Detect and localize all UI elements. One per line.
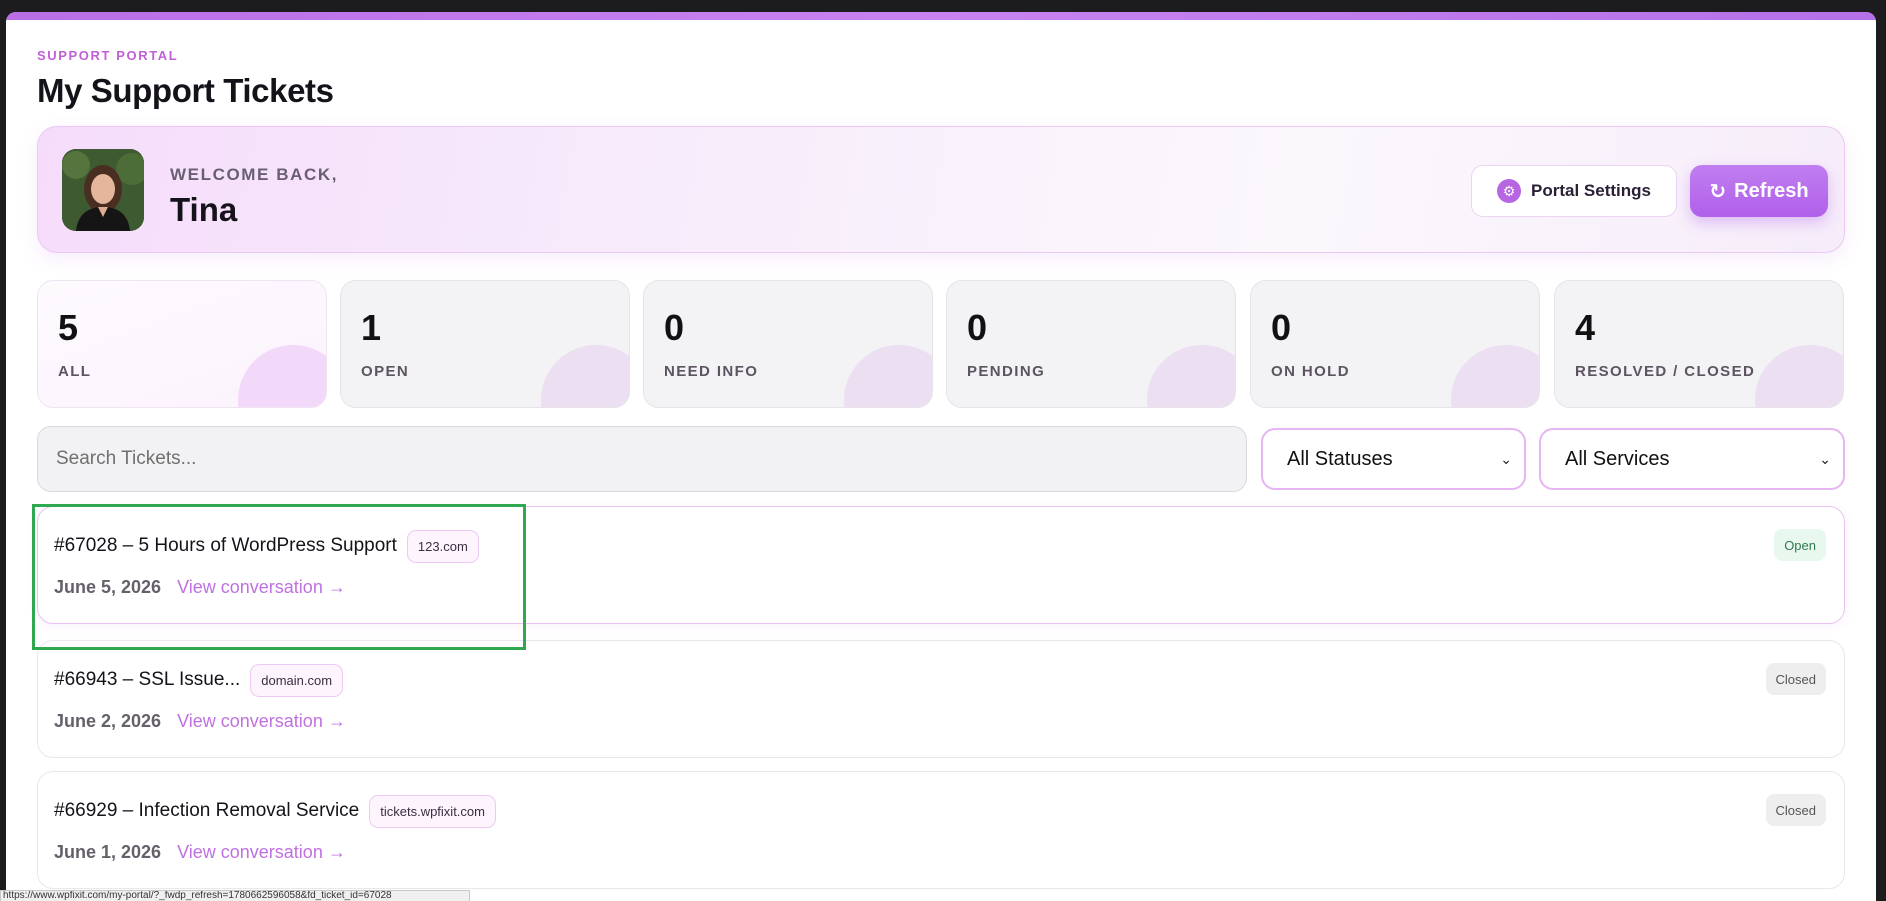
ticket-domain-tag: 123.com [406, 529, 479, 563]
stat-label: PENDING [967, 363, 1046, 380]
ticket-title-row: #66943 – SSL Issue... domain.com [54, 663, 344, 697]
stat-label: OPEN [361, 363, 410, 380]
decor-circle [844, 345, 932, 407]
portal-page: SUPPORT PORTAL My Support Tickets WELCOM… [6, 12, 1876, 901]
stat-card-on-hold[interactable]: 0 ON HOLD [1250, 280, 1540, 408]
ticket-date: June 5, 2026 [54, 577, 162, 597]
stat-label: NEED INFO [664, 363, 759, 380]
portal-settings-button[interactable]: ⚙ Portal Settings [1471, 165, 1677, 217]
portal-eyebrow: SUPPORT PORTAL [37, 48, 179, 63]
status-badge: Closed [1765, 794, 1826, 826]
search-input[interactable]: Search Tickets... [37, 426, 1247, 492]
view-conversation-link[interactable]: View conversation → [177, 711, 346, 732]
browser-status-bar: https://www.wpfixit.com/my-portal/?_fwdp… [0, 890, 470, 901]
ticket-title: #67028 – 5 Hours of WordPress Support [54, 535, 397, 556]
ticket-title: #66943 – SSL Issue... [54, 669, 241, 690]
top-accent-bar [6, 12, 1876, 20]
search-placeholder: Search Tickets... [56, 448, 197, 469]
status-badge: Open [1774, 529, 1826, 561]
stat-card-open[interactable]: 1 OPEN [340, 280, 630, 408]
stat-count: 0 [967, 307, 988, 348]
chevron-down-icon: ⌄ [1500, 450, 1512, 467]
stat-count: 1 [361, 307, 382, 348]
ticket-title: #66929 – Infection Removal Service [54, 800, 360, 821]
welcome-name: Tina [170, 191, 238, 228]
chevron-down-icon: ⌄ [1819, 450, 1831, 467]
view-conversation-link[interactable]: View conversation → [177, 842, 346, 863]
stat-count: 5 [58, 307, 79, 348]
stat-label: ALL [58, 363, 92, 380]
ticket-title-row: #67028 – 5 Hours of WordPress Support 12… [54, 529, 479, 563]
stat-label: ON HOLD [1271, 363, 1350, 380]
decor-circle [1451, 345, 1539, 407]
ticket-domain-tag: tickets.wpfixit.com [369, 794, 496, 828]
view-conversation-link[interactable]: View conversation → [177, 577, 346, 598]
refresh-icon: ↻ [1709, 180, 1727, 203]
ticket-domain-tag: domain.com [250, 663, 344, 697]
decor-circle [1755, 345, 1843, 407]
stat-count: 0 [1271, 307, 1292, 348]
status-filter-select[interactable]: All Statuses ⌄ [1261, 428, 1526, 490]
avatar [62, 149, 144, 231]
ticket-title-row: #66929 – Infection Removal Service ticke… [54, 794, 496, 828]
stat-card-need-info[interactable]: 0 NEED INFO [643, 280, 933, 408]
ticket-card[interactable]: #67028 – 5 Hours of WordPress Support 12… [37, 506, 1845, 624]
stat-count: 0 [664, 307, 685, 348]
ticket-meta: June 1, 2026 View conversation → [54, 842, 346, 863]
stat-card-all[interactable]: 5 ALL [37, 280, 327, 408]
stat-card-pending[interactable]: 0 PENDING [946, 280, 1236, 408]
refresh-button[interactable]: ↻ Refresh [1690, 165, 1828, 217]
refresh-label: Refresh [1734, 179, 1809, 202]
welcome-card: WELCOME BACK, Tina ⚙ Portal Settings ↻ R… [37, 126, 1845, 253]
ticket-meta: June 5, 2026 View conversation → [54, 577, 346, 598]
stat-count: 4 [1575, 307, 1596, 348]
stats-row: 5 ALL 1 OPEN 0 NEED INFO 0 PENDING 0 ON … [37, 280, 1845, 408]
decor-circle [541, 345, 629, 407]
ticket-meta: June 2, 2026 View conversation → [54, 711, 346, 732]
stat-card-resolved-closed[interactable]: 4 RESOLVED / CLOSED [1554, 280, 1844, 408]
page-title: My Support Tickets [37, 72, 334, 109]
decor-circle [238, 345, 326, 407]
avatar-photo [62, 149, 144, 231]
gear-icon: ⚙ [1497, 179, 1522, 203]
ticket-date: June 2, 2026 [54, 711, 162, 731]
stat-label: RESOLVED / CLOSED [1575, 363, 1756, 380]
status-badge: Closed [1765, 663, 1826, 695]
decor-circle [1147, 345, 1235, 407]
status-filter-value: All Statuses [1287, 447, 1393, 470]
ticket-card[interactable]: #66929 – Infection Removal Service ticke… [37, 771, 1845, 889]
service-filter-value: All Services [1565, 447, 1670, 470]
welcome-label: WELCOME BACK, [170, 165, 339, 184]
portal-settings-label: Portal Settings [1531, 181, 1651, 200]
service-filter-select[interactable]: All Services ⌄ [1539, 428, 1845, 490]
ticket-card[interactable]: #66943 – SSL Issue... domain.com June 2,… [37, 640, 1845, 758]
ticket-date: June 1, 2026 [54, 842, 162, 862]
